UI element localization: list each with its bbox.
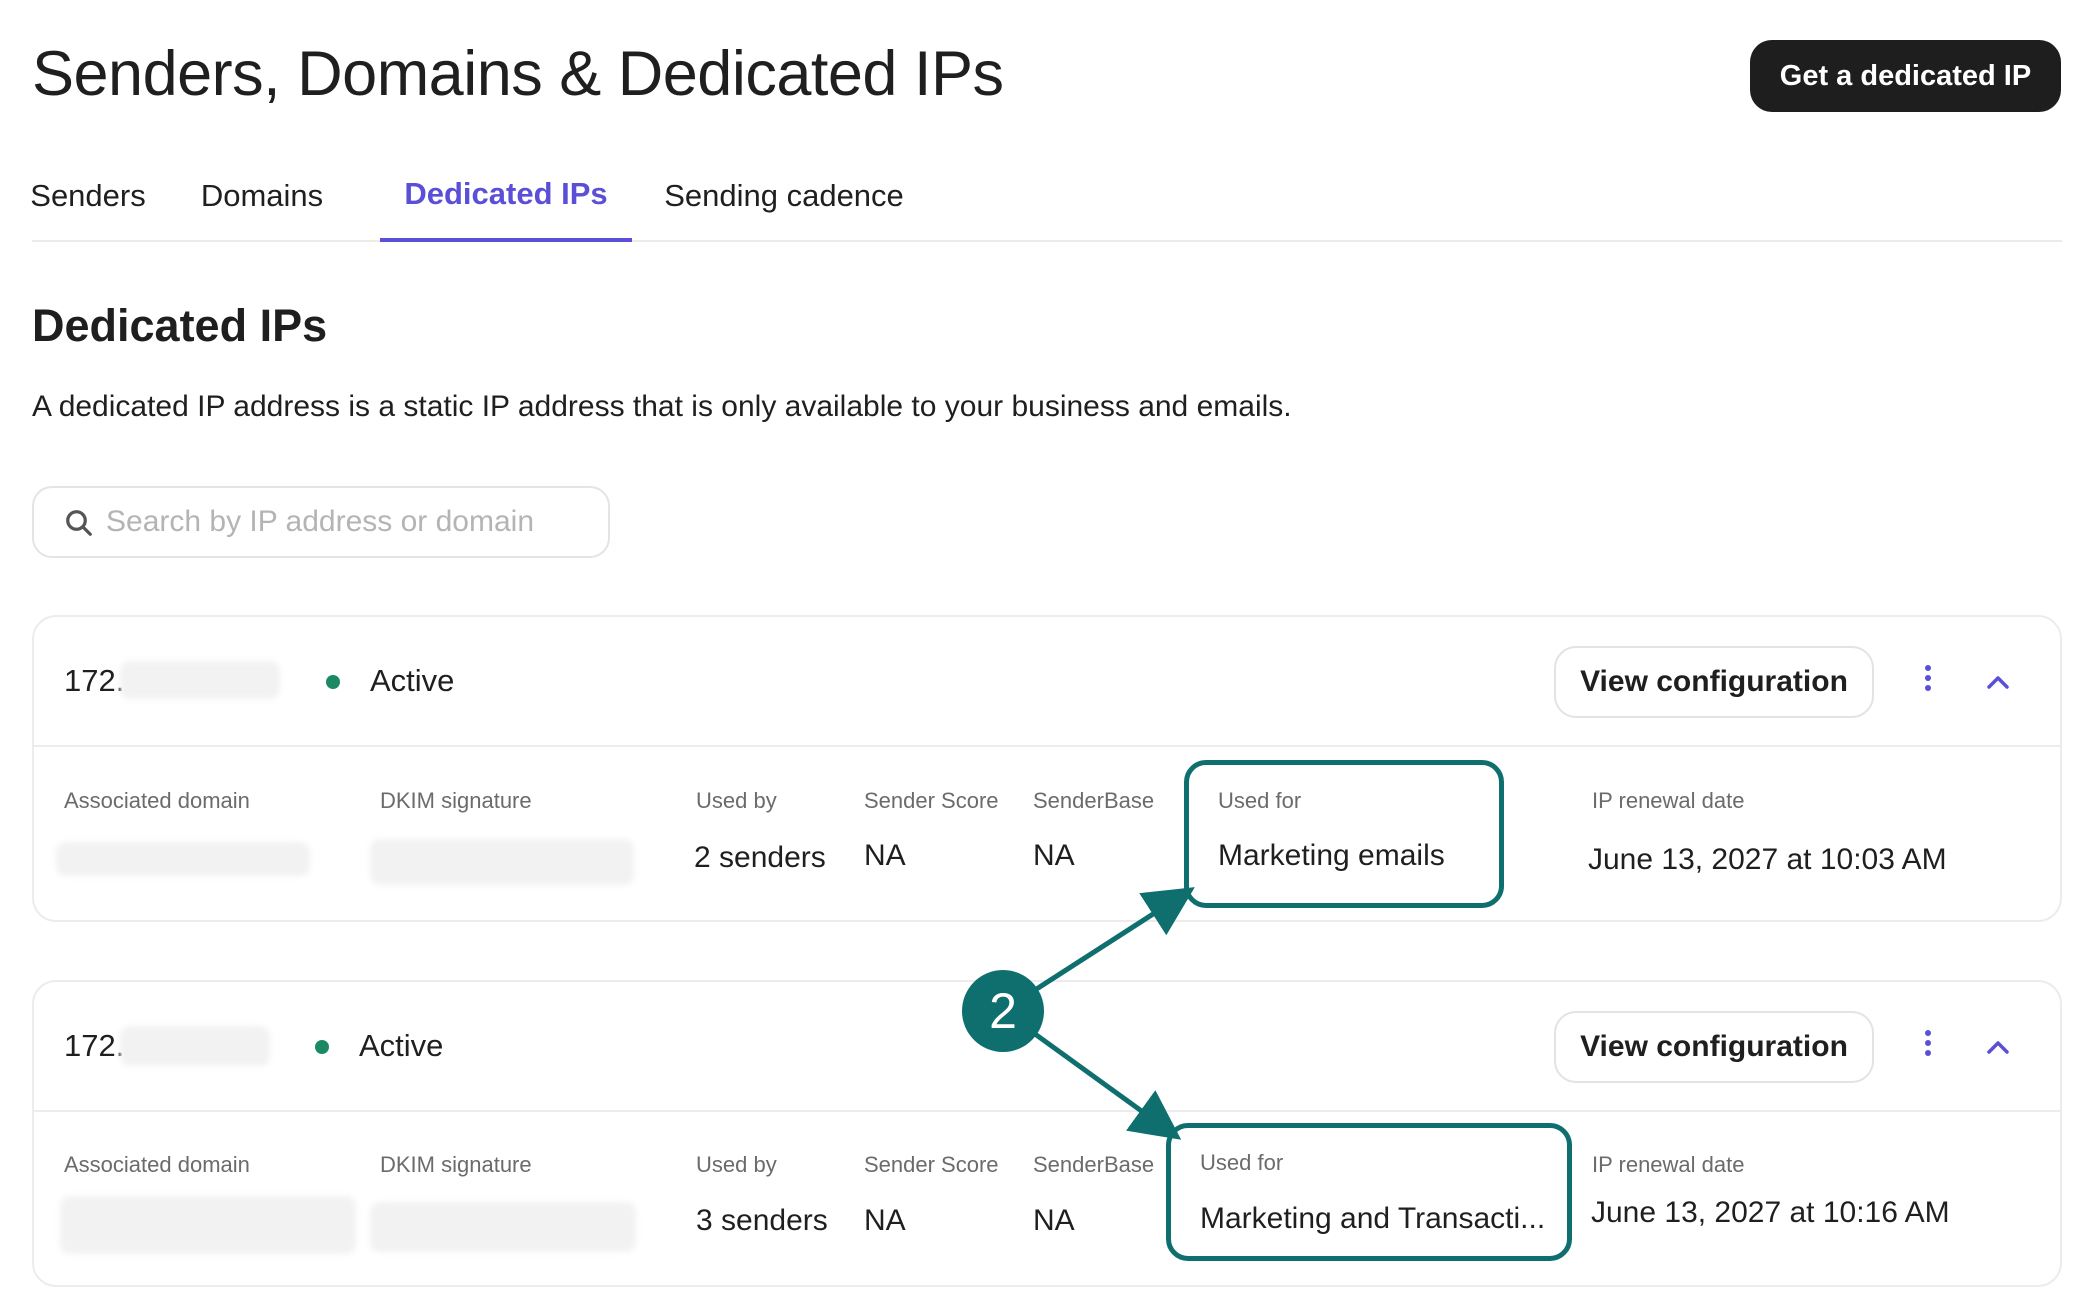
redacted-domain <box>60 1196 356 1254</box>
used-by-value: 2 senders <box>694 841 826 874</box>
tab-bar: Senders Domains Dedicated IPs Sending ca… <box>30 150 2062 242</box>
used-by-label: Used by <box>696 1152 777 1177</box>
sender-score-label: Sender Score <box>864 1152 999 1177</box>
tab-sending-cadence[interactable]: Sending cadence <box>660 150 908 242</box>
sender-score-value: NA <box>864 839 906 872</box>
get-dedicated-ip-button[interactable]: Get a dedicated IP <box>1750 40 2061 112</box>
ip-card-header: 172. Active View configuration <box>34 982 2060 1112</box>
used-for-highlight <box>1184 760 1504 908</box>
tab-senders[interactable]: Senders <box>30 150 145 242</box>
search-input[interactable] <box>106 500 596 544</box>
status-text: Active <box>370 663 455 698</box>
ip-card-header: 172. Active View configuration <box>34 617 2060 747</box>
kebab-menu-icon[interactable] <box>1914 1026 1942 1066</box>
associated-domain-label: Associated domain <box>64 788 250 813</box>
ip-renewal-date-label: IP renewal date <box>1592 1152 1745 1177</box>
tab-dedicated-ips[interactable]: Dedicated IPs <box>380 150 632 242</box>
used-by-label: Used by <box>696 788 777 813</box>
redacted-dkim <box>370 1202 636 1252</box>
sender-score-value: NA <box>864 1204 906 1237</box>
ip-card: 172. Active View configuration Associate… <box>32 615 2062 922</box>
dkim-signature-label: DKIM signature <box>380 788 532 813</box>
chevron-up-icon[interactable] <box>1982 669 2014 695</box>
dkim-signature-label: DKIM signature <box>380 1152 532 1177</box>
ip-renewal-date-value: June 13, 2027 at 10:03 AM <box>1588 843 1947 876</box>
redacted-ip <box>120 1026 270 1066</box>
ip-renewal-date-value: June 13, 2027 at 10:16 AM <box>1591 1196 1950 1229</box>
sender-score-label: Sender Score <box>864 788 999 813</box>
ip-address: 172. <box>64 1028 125 1063</box>
used-for-highlight <box>1166 1123 1572 1261</box>
view-configuration-button[interactable]: View configuration <box>1554 1011 1874 1083</box>
tab-domains[interactable]: Domains <box>198 150 326 242</box>
used-by-value: 3 senders <box>696 1204 828 1237</box>
status-text: Active <box>359 1028 444 1063</box>
senderbase-value: NA <box>1033 1204 1075 1237</box>
page-title: Senders, Domains & Dedicated IPs <box>32 39 1004 109</box>
associated-domain-label: Associated domain <box>64 1152 250 1177</box>
status-dot-icon <box>326 675 340 689</box>
ip-renewal-date-label: IP renewal date <box>1592 788 1745 813</box>
search-icon <box>66 510 92 536</box>
chevron-up-icon[interactable] <box>1982 1034 2014 1060</box>
callout-badge: 2 <box>962 970 1044 1052</box>
redacted-dkim <box>370 839 634 885</box>
page: Senders, Domains & Dedicated IPs Get a d… <box>0 0 2082 1304</box>
senderbase-label: SenderBase <box>1033 1152 1155 1177</box>
senderbase-label: SenderBase <box>1033 788 1155 813</box>
kebab-menu-icon[interactable] <box>1914 661 1942 701</box>
ip-address: 172. <box>64 663 125 698</box>
view-configuration-button[interactable]: View configuration <box>1554 646 1874 718</box>
section-description: A dedicated IP address is a static IP ad… <box>32 390 1292 423</box>
senderbase-value: NA <box>1033 839 1075 872</box>
ip-card: 172. Active View configuration Associate… <box>32 980 2062 1287</box>
redacted-ip <box>120 661 280 699</box>
redacted-domain <box>56 842 310 876</box>
search-box[interactable] <box>32 486 610 558</box>
section-title: Dedicated IPs <box>32 300 328 351</box>
status-dot-icon <box>315 1040 329 1054</box>
